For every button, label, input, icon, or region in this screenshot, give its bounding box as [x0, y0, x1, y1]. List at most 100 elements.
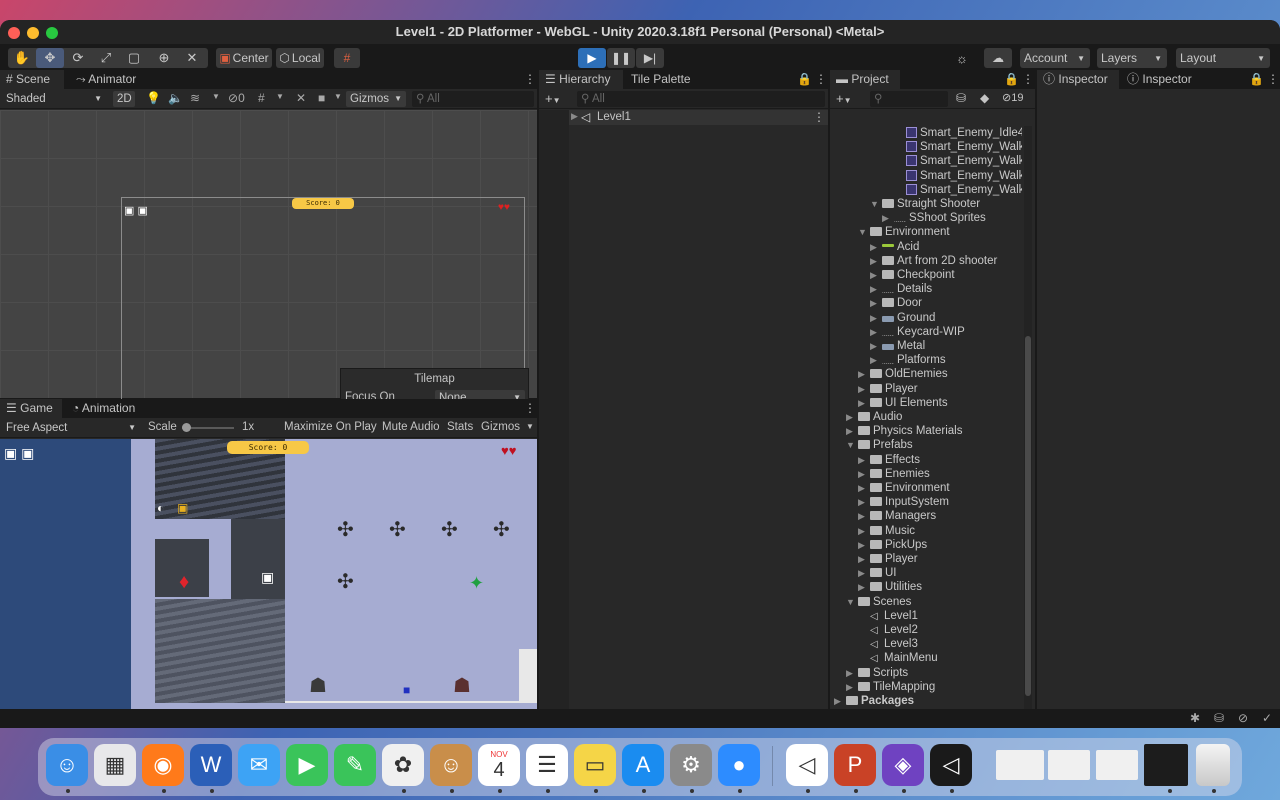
project-item[interactable]: ▶ Effects	[858, 453, 920, 467]
project-item[interactable]: ◁ MainMenu	[858, 651, 938, 665]
chevron-right-icon[interactable]: ▶	[870, 254, 882, 268]
chevron-right-icon[interactable]: ▶	[858, 453, 870, 467]
chevron-right-icon[interactable]: ▶	[846, 424, 858, 438]
system-preferences-icon[interactable]: ⚙	[670, 744, 712, 786]
mail-icon[interactable]: ✉	[238, 744, 280, 786]
chevron-right-icon[interactable]: ▶	[858, 580, 870, 594]
chevron-right-icon[interactable]: ▶	[870, 296, 882, 310]
project-item[interactable]: ◁ Level3	[858, 637, 918, 651]
row-menu-icon[interactable]: ⋮	[813, 110, 825, 124]
grid-icon[interactable]: #	[258, 91, 265, 105]
collab-icon[interactable]: ☼	[948, 48, 976, 68]
filter-type-icon[interactable]: ⛁	[956, 91, 966, 105]
chevron-right-icon[interactable]: ▶	[870, 240, 882, 254]
unity-hub-icon[interactable]: ◁	[786, 744, 828, 786]
unity-icon[interactable]: ◁	[930, 744, 972, 786]
project-item[interactable]: Smart_Enemy_Idle4	[894, 126, 1022, 140]
chevron-right-icon[interactable]: ▶	[870, 353, 882, 367]
layout-dropdown[interactable]: Layout ▼	[1176, 48, 1270, 68]
project-search-input[interactable]: ⚲	[870, 91, 948, 107]
project-item[interactable]: ▼ Environment	[858, 225, 950, 239]
chevron-right-icon[interactable]: ▶	[571, 111, 578, 122]
tab-scene[interactable]: # Scene	[0, 70, 64, 89]
project-item[interactable]: ▶ Physics Materials	[846, 424, 962, 438]
cache-icon[interactable]: ⛁	[1214, 711, 1224, 725]
minimized-window-thumb[interactable]	[1048, 750, 1090, 780]
project-item[interactable]: Smart_Enemy_Walki	[894, 140, 1022, 154]
project-item[interactable]: ▼ Prefabs	[846, 438, 913, 452]
scale-tool-icon[interactable]: ⤢	[92, 48, 120, 68]
gizmos-dropdown[interactable]: Gizmos ▼	[346, 91, 406, 107]
chevron-down-icon[interactable]: ▼	[846, 595, 858, 609]
project-scrollbar-thumb[interactable]	[1025, 336, 1031, 696]
project-item[interactable]: ▶ Ground	[870, 311, 935, 325]
minimized-window-thumb[interactable]	[1144, 744, 1188, 786]
project-item[interactable]: ▶ Utilities	[858, 580, 922, 594]
cloud-button[interactable]: ☁	[984, 48, 1012, 68]
project-item[interactable]: ▶ TileMapping	[846, 680, 935, 694]
messages-icon[interactable]: ✎	[334, 744, 376, 786]
firefox-icon[interactable]: ◉	[142, 744, 184, 786]
project-item[interactable]: Smart_Enemy_Walki	[894, 154, 1022, 168]
mute-audio-toggle[interactable]: Mute Audio	[382, 421, 440, 433]
camera-icon[interactable]: ■	[318, 91, 325, 105]
rect-tool-icon[interactable]: ▢	[120, 48, 148, 68]
finder-icon[interactable]: ☺	[46, 744, 88, 786]
project-item[interactable]: ▶ Managers	[858, 509, 936, 523]
tab-animation[interactable]: ◔ Animation	[66, 399, 141, 418]
chevron-right-icon[interactable]: ▶	[870, 311, 882, 325]
gizmos-toggle[interactable]: Gizmos	[481, 421, 520, 433]
pivot-center-button[interactable]: ▣ Center	[216, 48, 272, 68]
project-item[interactable]: Smart_Enemy_Walki	[894, 169, 1022, 183]
chevron-right-icon[interactable]: ▶	[858, 552, 870, 566]
pivot-local-button[interactable]: ⬡ Local	[276, 48, 324, 68]
facetime-icon[interactable]: ▶	[286, 744, 328, 786]
project-item[interactable]: ▶ InputSystem	[858, 495, 949, 509]
debug-icon[interactable]: ✱	[1190, 711, 1200, 725]
tab-tile-palette[interactable]: Tile Palette	[625, 70, 697, 89]
photos-icon[interactable]: ✿	[382, 744, 424, 786]
reminders-icon[interactable]: ☰	[526, 744, 568, 786]
chevron-down-icon[interactable]: ▼	[870, 197, 882, 211]
project-item[interactable]: ▶ Player	[858, 552, 918, 566]
chevron-right-icon[interactable]: ▶	[858, 467, 870, 481]
panel-menu-icon[interactable]: ⋮	[1261, 70, 1280, 89]
project-item[interactable]: ▶ Audio	[846, 410, 902, 424]
2d-toggle[interactable]: 2D	[113, 91, 135, 107]
project-item[interactable]: ▶ Door	[870, 296, 922, 310]
scene-search-input[interactable]: ⚲ All	[412, 91, 534, 107]
maximize-on-play-toggle[interactable]: Maximize On Play	[284, 421, 377, 433]
tab-game[interactable]: ☰ Game	[0, 399, 62, 418]
project-item[interactable]: ▶ Art from 2D shooter	[870, 254, 997, 268]
check-icon[interactable]: ✓	[1262, 711, 1272, 725]
project-item[interactable]: ▶ Scripts	[846, 666, 908, 680]
lighting-icon[interactable]: 💡	[146, 91, 161, 105]
project-item[interactable]: ▶ UI Elements	[858, 396, 948, 410]
chevron-down-icon[interactable]: ▼	[858, 225, 870, 239]
chevron-right-icon[interactable]: ▶	[882, 211, 894, 225]
hand-tool-icon[interactable]: ✋	[8, 48, 36, 68]
tab-animator[interactable]: ⤳ Animator	[70, 70, 142, 89]
rotate-tool-icon[interactable]: ⟳	[64, 48, 92, 68]
scale-slider-handle[interactable]	[182, 423, 191, 432]
project-item[interactable]: ▶ Packages	[834, 694, 914, 708]
chevron-down-icon[interactable]: ▼	[846, 438, 858, 452]
chevron-right-icon[interactable]: ▶	[858, 382, 870, 396]
tools-icon[interactable]: ✕	[296, 91, 306, 105]
project-item[interactable]: ▼ Straight Shooter	[870, 197, 980, 211]
chevron-down-icon[interactable]: ▼	[526, 422, 534, 431]
add-object-button[interactable]: +▼	[545, 91, 561, 106]
chevron-right-icon[interactable]: ▶	[870, 339, 882, 353]
project-item[interactable]: ▶ Keycard-WIP	[870, 325, 965, 339]
app-store-icon[interactable]: A	[622, 744, 664, 786]
notes-icon[interactable]: ▭	[574, 744, 616, 786]
trash-icon[interactable]	[1196, 744, 1230, 786]
chevron-right-icon[interactable]: ▶	[858, 396, 870, 410]
chevron-down-icon[interactable]: ▼	[212, 92, 220, 101]
account-dropdown[interactable]: Account ▼	[1020, 48, 1090, 68]
chevron-right-icon[interactable]: ▶	[858, 524, 870, 538]
effects-icon[interactable]: ≋	[190, 91, 200, 105]
minimized-window-thumb[interactable]	[996, 750, 1044, 780]
minimize-window-button[interactable]	[27, 27, 39, 39]
tab-project[interactable]: ▬ Project	[830, 70, 900, 89]
